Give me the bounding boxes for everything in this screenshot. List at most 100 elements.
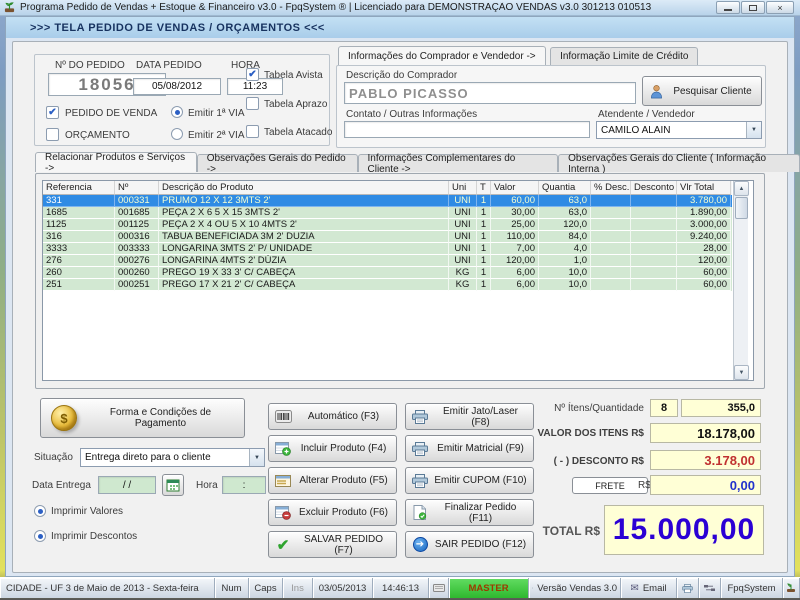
cell-quantia: 4,0 [539, 243, 591, 255]
table-row[interactable]: 1685 001685 PEÇA 2 X 6 5 X 15 3MTS 2' UN… [43, 207, 732, 219]
sair-pedido-button[interactable]: ➔ SAIR PEDIDO (F12) [405, 531, 534, 558]
comprador-field[interactable]: PABLO PICASSO [344, 82, 636, 104]
calendar-icon [166, 479, 180, 492]
chevron-down-icon: ▼ [746, 122, 761, 138]
salvar-pedido-button[interactable]: ✔ SALVAR PEDIDO (F7) [268, 531, 397, 558]
imprimir-valores-radio[interactable] [34, 505, 46, 517]
tab-observacoes-pedido[interactable]: Observações Gerais do Pedido -> [196, 153, 358, 175]
cell-numero: 000251 [115, 279, 159, 291]
scroll-up-button[interactable]: ▲ [734, 181, 749, 196]
scrollbar-thumb[interactable] [735, 197, 748, 219]
emitir-jato-laser-button[interactable]: Emitir Jato/Laser (F8) [405, 403, 534, 430]
cell-referencia: 260 [43, 267, 115, 279]
incluir-produto-button[interactable]: Incluir Produto (F4) [268, 435, 397, 462]
frete-field[interactable]: 0,00 [650, 475, 761, 495]
scroll-down-button[interactable]: ▼ [734, 365, 749, 380]
pesquisar-cliente-button[interactable]: Pesquisar Cliente [642, 76, 762, 106]
imprimir-descontos-radio[interactable] [34, 530, 46, 542]
col-referencia[interactable]: Referencia [43, 181, 115, 195]
pedido-venda-checkbox[interactable]: ✔ [46, 106, 59, 119]
tab-limite-credito[interactable]: Informação Limite de Crédito [550, 47, 699, 65]
automatico-button[interactable]: Automático (F3) [268, 403, 397, 430]
cell-quantia: 1,0 [539, 255, 591, 267]
emitir-cupom-button[interactable]: Emitir CUPOM (F10) [405, 467, 534, 494]
col-vlr-total[interactable]: Vlr Total [677, 181, 731, 195]
via2-label: Emitir 2ª VIA [188, 130, 245, 141]
cell-desconto [631, 279, 677, 291]
itens-count-field: 8 [650, 399, 678, 417]
minimize-button[interactable] [716, 1, 740, 14]
via1-label: Emitir 1ª VIA [188, 108, 245, 119]
cell-descricao: PEÇA 2 X 4 OU 5 X 10 4MTS 2' [159, 219, 449, 231]
col-t[interactable]: T [477, 181, 491, 195]
table-row[interactable]: 331 000331 PRUMO 12 X 12 3MTS 2' UNI 1 6… [43, 195, 732, 207]
radio-dot-icon [37, 533, 43, 539]
emitir-matricial-button[interactable]: Emitir Matricial (F9) [405, 435, 534, 462]
tab-relacionar-produtos[interactable]: Relacionar Produtos e Serviços -> [35, 152, 197, 174]
cell-vlr-total: 60,00 [677, 279, 731, 291]
table-row[interactable]: 1125 001125 PEÇA 2 X 4 OU 5 X 10 4MTS 2'… [43, 219, 732, 231]
col-valor[interactable]: Valor [491, 181, 539, 195]
sair-pedido-label: SAIR PEDIDO (F12) [434, 539, 527, 550]
status-brand: FpqSystem [721, 578, 783, 598]
col-desconto[interactable]: Desconto [631, 181, 677, 195]
table-row[interactable]: 316 000316 TABUA BENEFICIADA 3M 2' DUZIA… [43, 231, 732, 243]
cell-t: 1 [477, 219, 491, 231]
cell-descricao: PEÇA 2 X 6 5 X 15 3MTS 2' [159, 207, 449, 219]
frete-button[interactable]: FRETE [572, 477, 648, 494]
page-title-text: >>> TELA PEDIDO DE VENDAS / ORÇAMENTOS <… [30, 21, 325, 34]
contato-field[interactable] [344, 121, 590, 138]
tabela-atacado-checkbox[interactable] [246, 125, 259, 138]
tab-comprador-vendedor[interactable]: Informações do Comprador e Vendedor -> [338, 46, 546, 66]
pesquisar-cliente-label: Pesquisar Cliente [673, 85, 752, 97]
data-entrega-field[interactable]: / / [98, 476, 156, 494]
tabela-avista-checkbox[interactable]: ✔ [246, 68, 259, 81]
finalizar-pedido-button[interactable]: Finalizar Pedido (F11) [405, 499, 534, 526]
via2-radio[interactable] [171, 128, 183, 140]
cell-desconto [631, 267, 677, 279]
cell-numero: 001685 [115, 207, 159, 219]
col-pdesc[interactable]: % Desc. [591, 181, 631, 195]
cell-referencia: 1685 [43, 207, 115, 219]
tabela-atacado-label: Tabela Atacado [264, 127, 333, 138]
status-printer-icon [677, 578, 699, 598]
via1-radio[interactable] [171, 106, 183, 118]
cell-valor: 110,00 [491, 231, 539, 243]
atendente-select[interactable]: CAMILO ALAIN ▼ [596, 121, 762, 139]
col-numero[interactable]: Nº [115, 181, 159, 195]
salvar-pedido-label: SALVAR PEDIDO (F7) [303, 533, 384, 556]
tabela-aprazo-checkbox[interactable] [246, 97, 259, 110]
barcode-icon [274, 409, 292, 425]
cell-t: 1 [477, 231, 491, 243]
calendar-button[interactable] [162, 474, 184, 496]
table-row[interactable]: 3333 003333 LONGARINA 3MTS 2' P/ UNIDADE… [43, 243, 732, 255]
orcamento-checkbox[interactable] [46, 128, 59, 141]
tab-info-complementares[interactable]: Informações Complementares do Cliente -> [357, 153, 559, 175]
table-row[interactable]: 260 000260 PREGO 19 X 33 3' C/ CABEÇA KG… [43, 267, 732, 279]
cell-quantia: 63,0 [539, 195, 591, 207]
tab-observacoes-cliente[interactable]: Observações Gerais do Cliente ( Informaç… [558, 153, 800, 175]
check-icon: ✔ [276, 536, 290, 554]
maximize-button[interactable] [741, 1, 765, 14]
status-keyboard-icon [429, 578, 449, 598]
status-email: ✉ Email [621, 578, 677, 598]
status-location: CIDADE - UF 3 de Maio de 2013 - Sexta-fe… [0, 578, 215, 598]
table-row[interactable]: 251 000251 PREGO 17 X 21 2' C/ CABEÇA KG… [43, 279, 732, 291]
hora-entrega-field[interactable]: : [222, 476, 266, 494]
cell-referencia: 251 [43, 279, 115, 291]
close-button[interactable]: × [766, 1, 794, 14]
forma-pagamento-button[interactable]: $ Forma e Condições de Pagamento [40, 398, 245, 438]
col-quantia[interactable]: Quantia [539, 181, 591, 195]
vertical-scrollbar[interactable]: ▲ ▼ [733, 181, 749, 380]
frete-button-label: FRETE [595, 480, 625, 491]
order-date-field[interactable]: 05/08/2012 [133, 78, 221, 95]
situacao-select[interactable]: Entrega direto para o cliente ▼ [80, 448, 265, 467]
cell-valor: 6,00 [491, 267, 539, 279]
table-row[interactable]: 276 000276 LONGARINA 4MTS 2' DÚZIA UNI 1… [43, 255, 732, 267]
cell-valor: 120,00 [491, 255, 539, 267]
cell-pdesc [591, 267, 631, 279]
excluir-produto-button[interactable]: Excluir Produto (F6) [268, 499, 397, 526]
col-descricao[interactable]: Descrição do Produto [159, 181, 449, 195]
alterar-produto-button[interactable]: Alterar Produto (F5) [268, 467, 397, 494]
col-uni[interactable]: Uni [449, 181, 477, 195]
